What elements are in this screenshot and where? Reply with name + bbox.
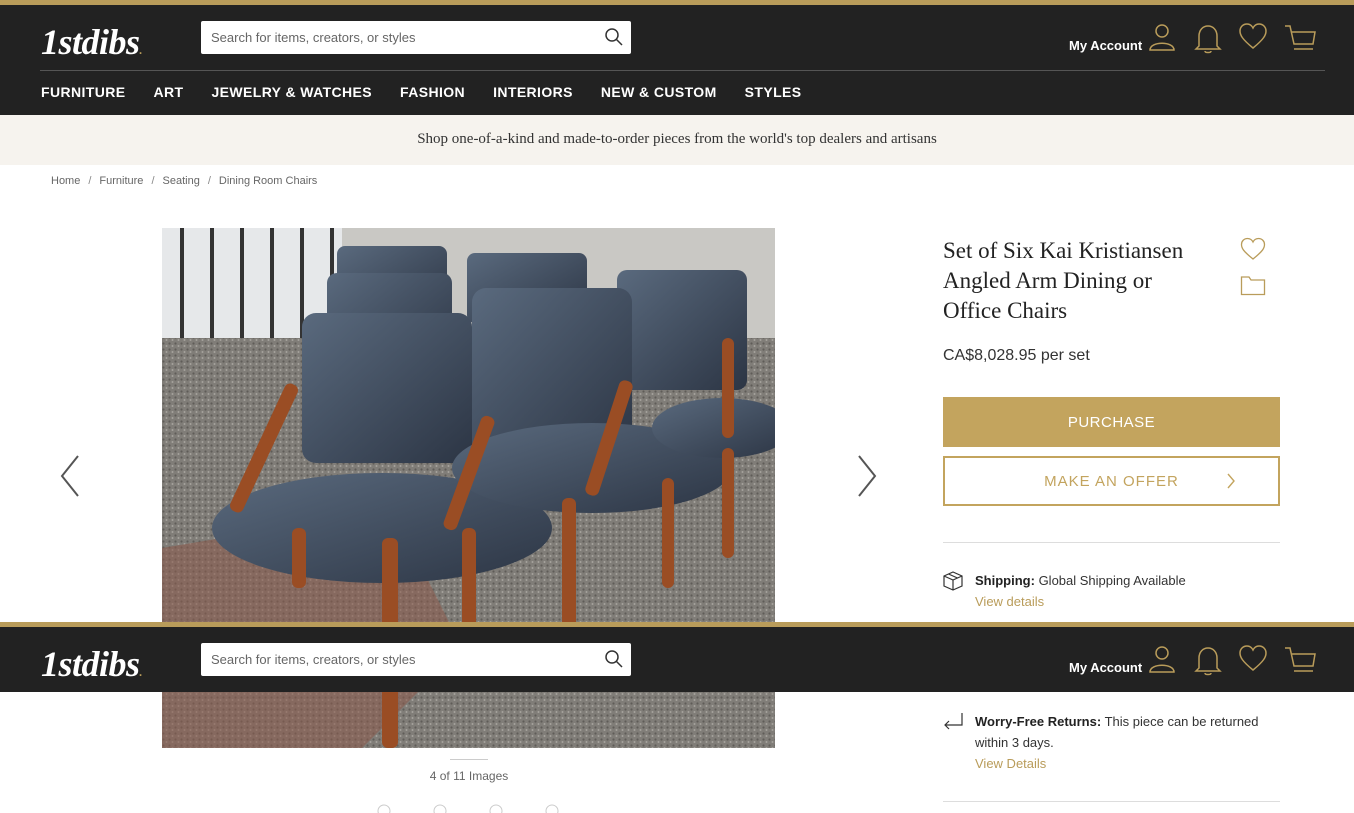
shipping-box-icon [943,571,963,591]
nav-item-interiors[interactable]: INTERIORS [493,84,573,100]
sticky-search-input[interactable]: Search for items, creators, or styles [201,643,631,676]
promo-banner-text: Shop one-of-a-kind and made-to-order pie… [417,131,937,147]
returns-view-details-link[interactable]: View Details [975,753,1275,774]
product-price: CA$8,028.95 per set [943,347,1090,364]
search-icon[interactable] [603,26,625,48]
product-title: Set of Six Kai Kristiansen Angled Arm Di… [943,238,1184,323]
shipping-view-details-link[interactable]: View details [975,591,1275,612]
account-icon[interactable] [1147,644,1177,674]
details-divider-bottom [943,801,1280,802]
shipping-info: Shipping: Global Shipping Available View… [975,570,1275,612]
return-arrow-icon [944,713,963,730]
favorite-heart-icon[interactable] [1240,237,1266,261]
nav-item-art[interactable]: ART [153,84,183,100]
breadcrumb-furniture[interactable]: Furniture [99,175,143,187]
folder-icon[interactable] [1240,274,1266,296]
sticky-search-placeholder: Search for items, creators, or styles [211,652,416,667]
nav-item-styles[interactable]: STYLES [745,84,802,100]
cart-icon[interactable] [1283,22,1317,52]
nav-item-new-custom[interactable]: NEW & CUSTOM [601,84,717,100]
search-placeholder: Search for items, creators, or styles [211,30,416,45]
purchase-button[interactable]: PURCHASE [943,397,1280,447]
bell-icon[interactable] [1194,644,1222,676]
image-counter: 4 of 11 Images [429,769,509,783]
breadcrumb-seating[interactable]: Seating [163,175,200,187]
main-nav: FURNITURE ART JEWELRY & WATCHES FASHION … [41,84,830,100]
details-divider [943,542,1280,543]
search-input[interactable]: Search for items, creators, or styles [201,21,631,54]
breadcrumb-home[interactable]: Home [51,175,80,187]
next-image-arrow[interactable] [855,452,879,500]
nav-item-jewelry-watches[interactable]: JEWELRY & WATCHES [211,84,372,100]
sticky-site-logo[interactable]: 1stdibs. [41,643,142,685]
search-icon[interactable] [603,648,625,670]
sticky-my-account-link[interactable]: My Account [1069,660,1142,675]
heart-icon[interactable] [1238,22,1268,50]
bell-icon[interactable] [1194,22,1222,54]
gallery-dots[interactable] [370,803,570,813]
nav-item-fashion[interactable]: FASHION [400,84,465,100]
header-divider [40,70,1325,71]
sticky-header: 1stdibs. Search for items, creators, or … [0,622,1354,692]
heart-icon[interactable] [1238,644,1268,672]
previous-image-arrow[interactable] [58,452,82,500]
chevron-right-icon [1227,473,1235,489]
make-an-offer-button[interactable]: MAKE AN OFFER [943,456,1280,506]
my-account-link[interactable]: My Account [1069,38,1142,53]
account-icon[interactable] [1147,22,1177,52]
promo-banner: Shop one-of-a-kind and made-to-order pie… [0,115,1354,165]
site-logo[interactable]: 1stdibs. [41,21,142,63]
returns-info: Worry-Free Returns: This piece can be re… [975,711,1275,774]
counter-divider [450,759,488,760]
site-header: 1stdibs. Search for items, creators, or … [0,0,1354,115]
breadcrumb-dining-room-chairs[interactable]: Dining Room Chairs [219,175,317,187]
breadcrumb: Home / Furniture / Seating / Dining Room Chair… [51,175,318,187]
cart-icon[interactable] [1283,644,1317,674]
nav-item-furniture[interactable]: FURNITURE [41,84,125,100]
